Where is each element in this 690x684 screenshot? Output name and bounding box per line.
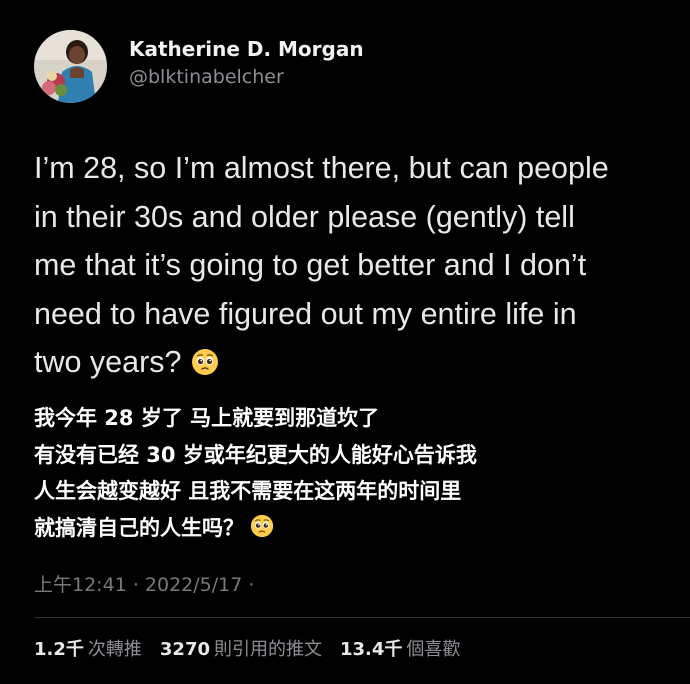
tweet-text-line: need to have figured out my entire life … [34,296,577,331]
display-name[interactable]: Katherine D. Morgan [129,36,364,62]
user-handle[interactable]: @blktinabelcher [129,64,364,90]
translation-line: 有没有已经 30 岁或年纪更大的人能好心告诉我 [34,442,477,467]
likes-label: 個喜歡 [406,639,461,660]
tweet-timestamp[interactable]: 上午12:41 · 2022/5/17 · [34,570,254,597]
pleading-face-icon [191,342,219,375]
engagement-stats: 1.2千 次轉推 3270 則引用的推文 13.4千 個喜歡 [34,635,478,661]
translation-line: 我今年 28 岁了 马上就要到那道坎了 [34,406,380,430]
retweets-stat[interactable]: 1.2千 次轉推 [34,635,142,661]
quotes-label: 則引用的推文 [214,639,322,660]
likes-count: 13.4千 [340,639,403,660]
tweet-header: Katherine D. Morgan @blktinabelcher [34,30,364,103]
retweets-label: 次轉推 [87,639,142,660]
tweet-text-line-last: two years? [34,338,674,387]
translation-line-last: 就搞清自己的人生吗？ [34,510,674,547]
tweet-text-line: in their 30s and older please (gently) t… [34,199,575,234]
meta-separator: · [132,574,139,596]
retweets-count: 1.2千 [34,639,84,660]
quotes-count: 3270 [159,639,210,660]
tweet-text-line: me that it’s going to get better and I d… [34,248,587,282]
avatar[interactable] [34,30,107,103]
translation-line: 就搞清自己的人生吗？ [34,515,244,540]
translation-line: 人生会越变越好 且我不需要在这两年的时间里 [34,479,462,503]
pleading-face-icon [250,513,274,537]
tweet-text: I’m 28, so I’m almost there, but can peo… [34,144,674,387]
quotes-stat[interactable]: 3270 則引用的推文 [160,635,322,661]
meta-separator: · [248,574,255,596]
tweet-time: 上午12:41 [34,574,127,596]
tweet-date: 2022/5/17 [144,574,243,596]
tweet-text-line: I’m 28, so I’m almost there, but can peo… [34,151,609,185]
divider [34,617,690,618]
tweet-text-line: two years? [34,345,182,379]
author-names: Katherine D. Morgan @blktinabelcher [129,36,364,90]
likes-stat[interactable]: 13.4千 個喜歡 [340,635,460,661]
translation-text: 我今年 28 岁了 马上就要到那道坎了 有没有已经 30 岁或年纪更大的人能好心… [34,400,674,546]
